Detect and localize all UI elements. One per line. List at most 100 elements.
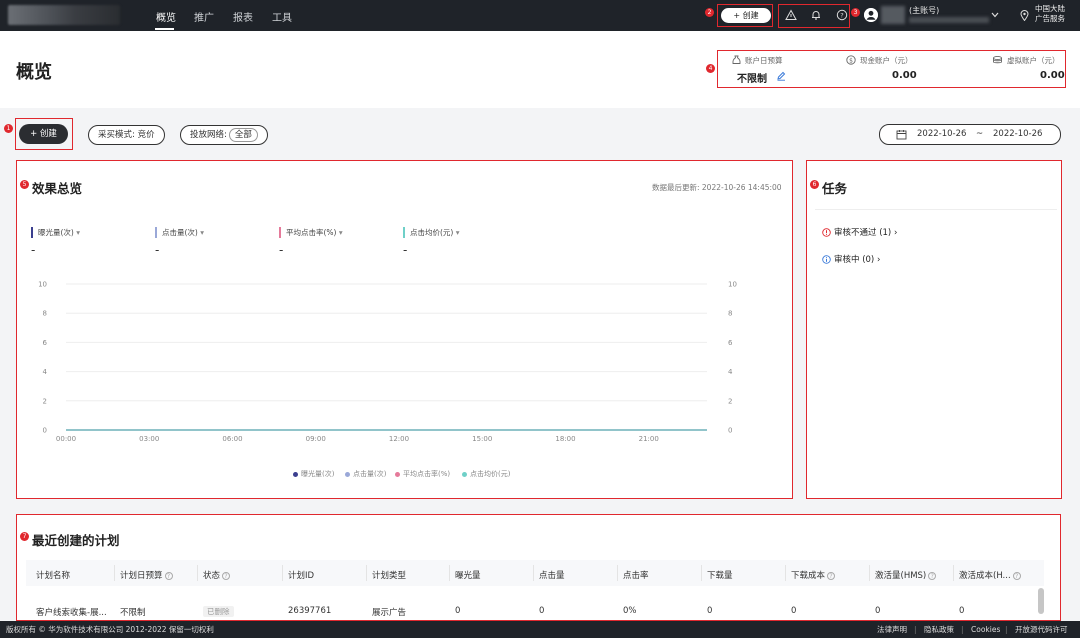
network-filter-value: 全部	[228, 128, 258, 142]
footer: 版权所有 © 华为软件技术有限公司 2012-2022 保留一切权利 法律声明 …	[0, 621, 1080, 638]
legend-dot	[395, 471, 400, 477]
metric-color-bar	[155, 227, 157, 238]
metric-value: -	[279, 243, 284, 257]
x-tick-label: 12:00	[389, 435, 409, 443]
date-end: 2022-10-26	[993, 129, 1043, 139]
table-cell: 26397761	[288, 606, 332, 616]
column-header-label: 下载量	[707, 571, 733, 581]
help-icon[interactable]: ?	[827, 571, 836, 580]
legend-item[interactable]: 点击均价(元)	[462, 469, 510, 479]
annotation-box-budget	[717, 50, 1066, 88]
help-icon[interactable]: ?	[164, 571, 173, 580]
help-icon[interactable]: ?	[928, 571, 937, 580]
table-cell: 0	[875, 606, 881, 616]
column-header-label: 曝光量	[455, 571, 481, 581]
table-column-header[interactable]: 计划日预算?	[120, 569, 173, 581]
column-header-label: 计划类型	[372, 571, 407, 581]
table-column-header[interactable]: 下载量	[707, 569, 733, 581]
warning-circle-icon	[822, 228, 831, 237]
table-column-header[interactable]: 计划名称	[36, 569, 70, 581]
table-column-header[interactable]: 点击率	[623, 569, 649, 581]
metric-selector[interactable]: 平均点击率(%) ▾	[286, 227, 343, 238]
column-separator	[869, 565, 870, 581]
table-column-header[interactable]: 下载成本?	[791, 569, 836, 581]
footer-link-privacy[interactable]: 隐私政策	[924, 621, 954, 638]
y-tick-label-right: 4	[728, 368, 733, 376]
account-name-blurred	[909, 17, 989, 23]
metric-selector[interactable]: 点击量(次) ▾	[162, 227, 204, 238]
caret-down-icon: ▾	[336, 228, 343, 237]
metric-selector[interactable]: 曝光量(次) ▾	[38, 227, 80, 238]
nav-promotion[interactable]: 推广	[194, 9, 214, 24]
legend-item[interactable]: 曝光量(次)	[293, 469, 334, 479]
help-icon[interactable]: ?	[222, 571, 231, 580]
footer-divider: |	[961, 625, 964, 634]
y-tick-label-right: 8	[728, 310, 732, 318]
annotation-badge: 3	[851, 8, 860, 17]
annotation-box-create	[717, 4, 773, 27]
nav-reports[interactable]: 报表	[233, 9, 253, 24]
table-column-header[interactable]: 状态?	[203, 569, 231, 581]
nav-active-underline	[155, 28, 174, 30]
metric-value: -	[31, 243, 36, 257]
column-separator	[449, 565, 450, 581]
page-title: 概览	[16, 62, 52, 83]
footer-link-legal[interactable]: 法律声明	[877, 621, 907, 638]
table-column-header[interactable]: 激活量(HMS)?	[875, 569, 937, 581]
column-separator	[197, 565, 198, 581]
table-cell: 不限制	[120, 608, 146, 618]
last-updated-text: 数据最后更新: 2022-10-26 14:45:00	[652, 183, 782, 192]
x-tick-label: 06:00	[222, 435, 242, 443]
nav-tools[interactable]: 工具	[272, 9, 292, 24]
account-type: (主账号)	[909, 6, 940, 15]
x-tick-label: 03:00	[139, 435, 159, 443]
region-selector[interactable]: 中国大陆 广告服务	[1035, 4, 1065, 24]
user-avatar-icon[interactable]	[864, 8, 878, 22]
legend-item[interactable]: 点击量(次)	[345, 469, 386, 479]
table-column-header[interactable]: 曝光量	[455, 569, 481, 581]
x-tick-label: 15:00	[472, 435, 492, 443]
y-tick-label-left: 0	[43, 427, 47, 435]
table-cell: 0	[455, 606, 461, 616]
column-separator	[785, 565, 786, 581]
date-range-picker[interactable]: 2022-10-26 ~ 2022-10-26	[879, 124, 1061, 145]
task-label: 审核不通过 (1)	[834, 228, 892, 238]
annotation-badge: 7	[20, 532, 29, 541]
column-header-label: 点击量	[539, 571, 565, 581]
table-scrollbar[interactable]	[1038, 588, 1044, 614]
purchase-mode-filter[interactable]: 采买模式: 竞价	[88, 125, 165, 145]
caret-down-icon: ▾	[73, 228, 81, 237]
table-column-header[interactable]: 点击量	[539, 569, 565, 581]
table-column-header[interactable]: 计划类型	[372, 569, 406, 581]
x-tick-label: 21:00	[639, 435, 659, 443]
metric-value: -	[403, 243, 408, 257]
chevron-right-icon: ›	[876, 255, 881, 265]
footer-link-cookies[interactable]: Cookies	[971, 621, 1000, 638]
table-cell: 0	[539, 606, 545, 616]
column-header-label: 计划ID	[288, 571, 315, 581]
network-filter[interactable]: 投放网络: 全部	[180, 125, 268, 145]
chevron-down-icon[interactable]	[991, 12, 999, 18]
table-cell: 0	[707, 606, 713, 616]
column-header-label: 计划名称	[36, 571, 71, 581]
metric-selector[interactable]: 点击均价(元) ▾	[410, 227, 460, 238]
annotation-badge: 5	[20, 180, 29, 189]
table-column-header[interactable]: 计划ID	[288, 569, 314, 581]
create-button[interactable]: + 创建	[19, 124, 68, 144]
table-column-header[interactable]: 激活成本(H...?	[959, 569, 1021, 581]
task-under-review[interactable]: 审核中 (0) ›	[822, 253, 880, 265]
y-tick-label-left: 10	[38, 281, 47, 289]
tasks-divider	[815, 209, 1057, 210]
annotation-badge: 4	[706, 64, 715, 73]
footer-link-opensource[interactable]: 开放源代码许可	[1015, 621, 1068, 638]
legend-item[interactable]: 平均点击率(%)	[395, 469, 450, 479]
help-icon[interactable]: ?	[1012, 571, 1021, 580]
nav-overview[interactable]: 概览	[156, 9, 176, 24]
task-review-rejected[interactable]: 审核不通过 (1) ›	[822, 226, 897, 238]
table-cell[interactable]: 客户线索收集-展...	[36, 606, 107, 618]
y-tick-label-right: 0	[728, 427, 732, 435]
task-label: 审核中 (0)	[834, 255, 875, 265]
brand-logo[interactable]	[8, 5, 120, 25]
recent-plans-title: 最近创建的计划	[32, 533, 120, 548]
table-cell: 0	[791, 606, 797, 616]
